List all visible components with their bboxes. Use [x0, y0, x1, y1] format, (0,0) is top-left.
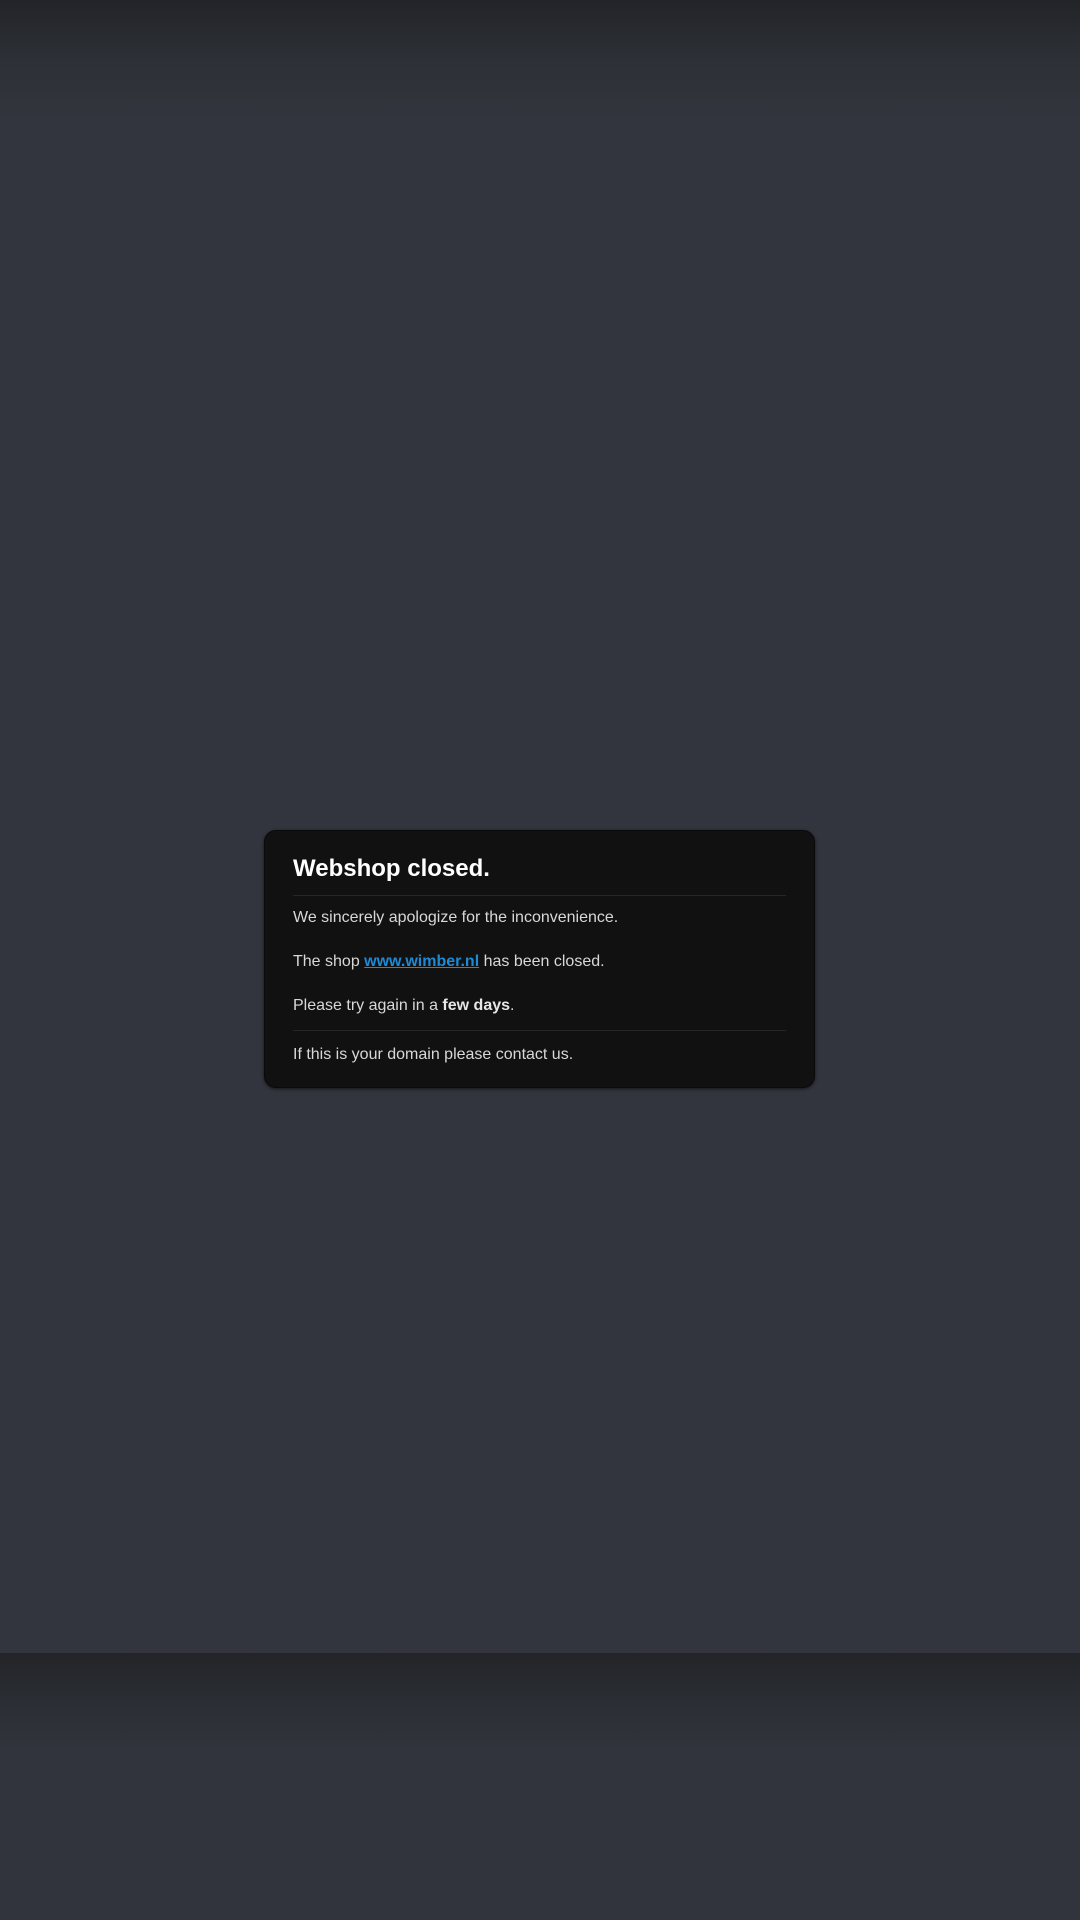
page-background-bottom — [0, 1653, 1080, 1920]
notice-title: Webshop closed. — [293, 855, 490, 882]
shop-suffix-text: has been closed. — [479, 953, 605, 970]
page-background-top — [0, 0, 1080, 1653]
retry-suffix-text: . — [510, 997, 515, 1014]
contact-text: If this is your domain please contact us… — [293, 1046, 574, 1063]
retry-prefix-text: Please try again in a — [293, 997, 443, 1014]
contact-divider — [293, 1030, 786, 1031]
title-divider — [293, 895, 786, 896]
shop-closed-text: The shop www.wimber.nl has been closed. — [293, 952, 786, 972]
closed-notice-card: Webshop closed. We sincerely apologize f… — [264, 830, 815, 1088]
apology-text: We sincerely apologize for the inconveni… — [293, 909, 619, 926]
retry-emphasis-text: few days — [442, 997, 511, 1014]
shop-prefix-text: The shop — [293, 953, 365, 970]
shop-link[interactable]: www.wimber.nl — [364, 953, 479, 970]
retry-text: Please try again in a few days. — [293, 996, 786, 1016]
